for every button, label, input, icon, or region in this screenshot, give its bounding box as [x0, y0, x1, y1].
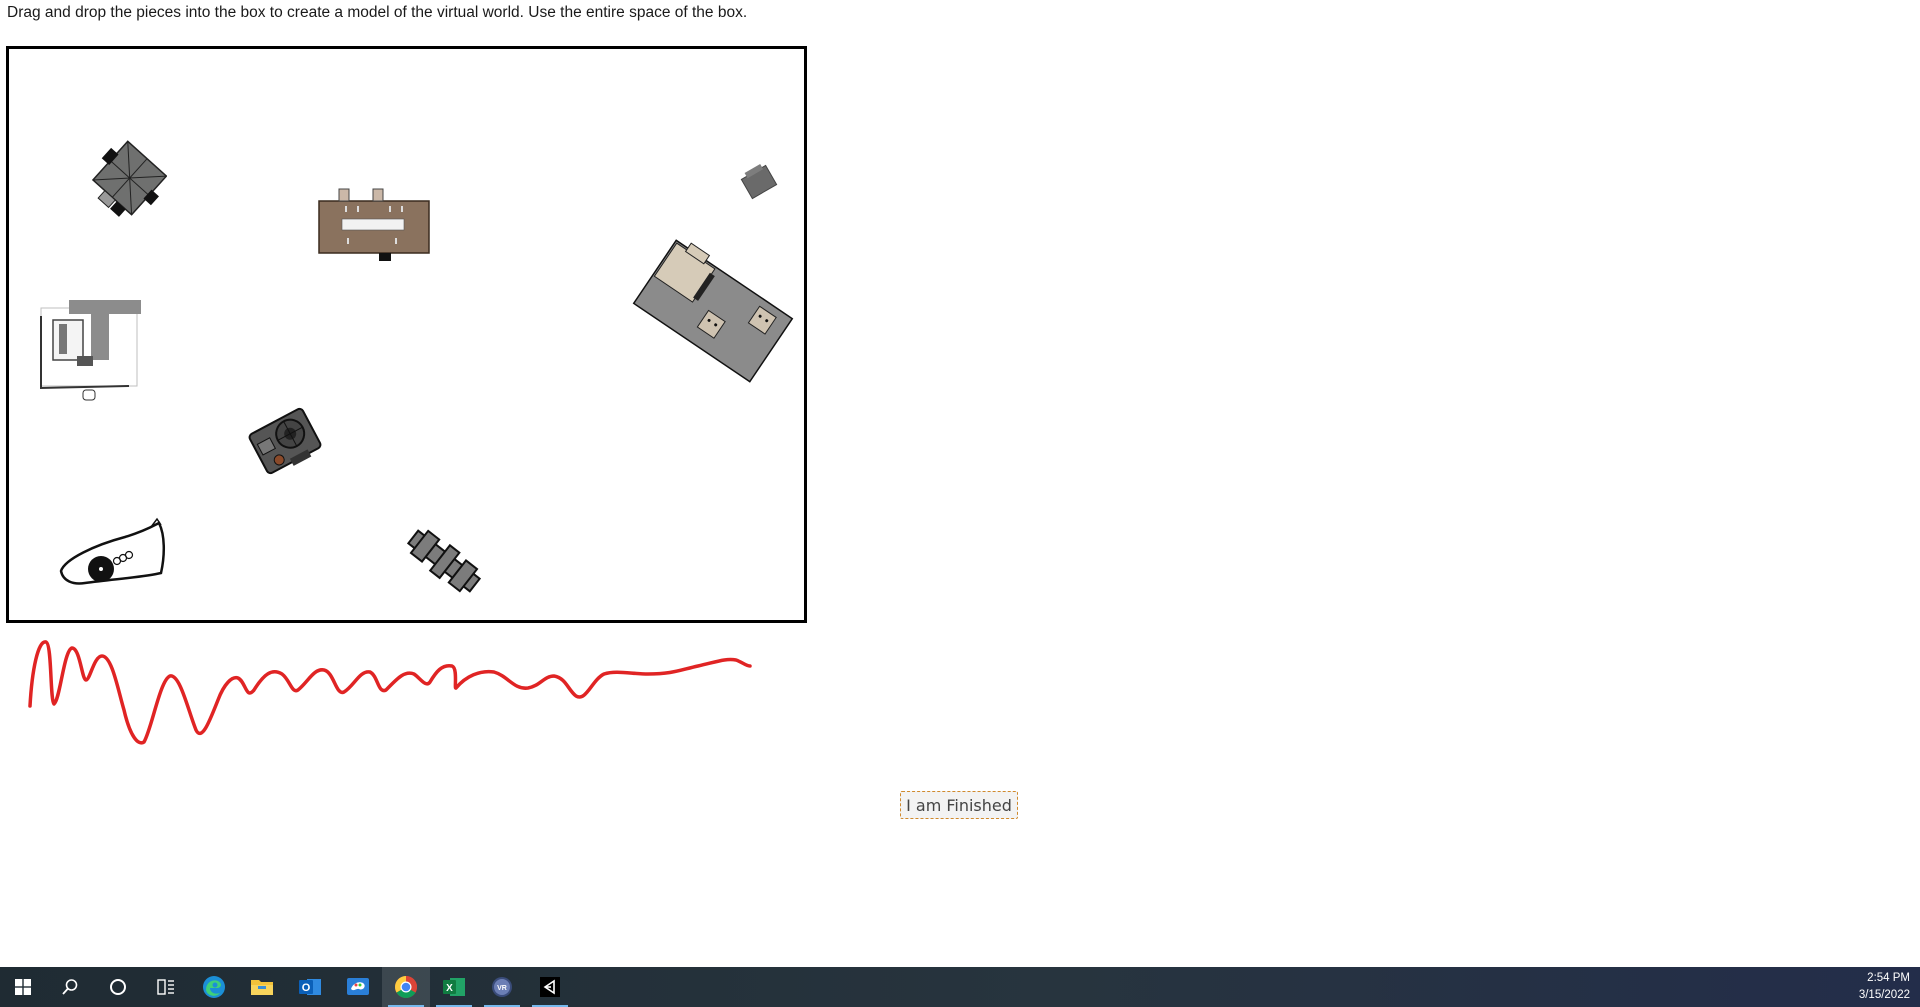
- edge-app[interactable]: [190, 967, 238, 1007]
- piece-gray-octagon-building[interactable]: [87, 137, 167, 225]
- search-button[interactable]: [46, 967, 94, 1007]
- folder-icon: [251, 980, 273, 995]
- windows-icon: [15, 979, 31, 995]
- piece-small-gray-block[interactable]: [735, 159, 783, 205]
- outlook-letter: O: [302, 982, 311, 994]
- outlook-icon: O: [299, 979, 321, 995]
- piece-gray-cross-shape[interactable]: [399, 519, 489, 603]
- excel-app[interactable]: X: [430, 967, 478, 1007]
- windows-taskbar: O X VR 2:54 PM 3/15/2022: [0, 967, 1920, 1007]
- excel-letter: X: [446, 983, 453, 994]
- finished-button[interactable]: I am Finished: [900, 791, 1018, 819]
- drop-box[interactable]: [6, 46, 807, 623]
- vr-icon: VR: [492, 977, 512, 997]
- piece-dark-circular-machine[interactable]: [245, 401, 325, 481]
- unity-icon: [540, 977, 560, 997]
- circle-icon: [110, 979, 126, 995]
- unity-app[interactable]: [526, 967, 574, 1007]
- piece-gray-rectangular-building[interactable]: [631, 237, 795, 385]
- chrome-icon: [395, 976, 417, 998]
- start-button[interactable]: [0, 967, 46, 1007]
- vr-app[interactable]: VR: [478, 967, 526, 1007]
- clock-time: 2:54 PM: [1867, 972, 1910, 984]
- search-icon: [62, 979, 78, 995]
- system-clock[interactable]: 2:54 PM 3/15/2022: [1859, 970, 1910, 1004]
- cortana-button[interactable]: [94, 967, 142, 1007]
- vr-label: VR: [497, 985, 507, 992]
- red-scribble: [28, 640, 752, 745]
- piece-brown-long-building[interactable]: [315, 184, 435, 264]
- outlook-app[interactable]: O: [286, 967, 334, 1007]
- chrome-app[interactable]: [382, 967, 430, 1007]
- file-explorer-app[interactable]: [238, 967, 286, 1007]
- instructions-text: Drag and drop the pieces into the box to…: [7, 4, 748, 21]
- paint-app[interactable]: [334, 967, 382, 1007]
- task-view-button[interactable]: [142, 967, 190, 1007]
- piece-white-vehicle-shape[interactable]: [55, 515, 173, 593]
- paint-icon: [347, 978, 369, 995]
- task-view-icon: [157, 979, 174, 995]
- clock-date: 3/15/2022: [1858, 989, 1910, 1001]
- edge-icon: [203, 976, 225, 998]
- excel-icon: X: [443, 978, 465, 996]
- piece-white-t-shaped-building[interactable]: [33, 294, 153, 404]
